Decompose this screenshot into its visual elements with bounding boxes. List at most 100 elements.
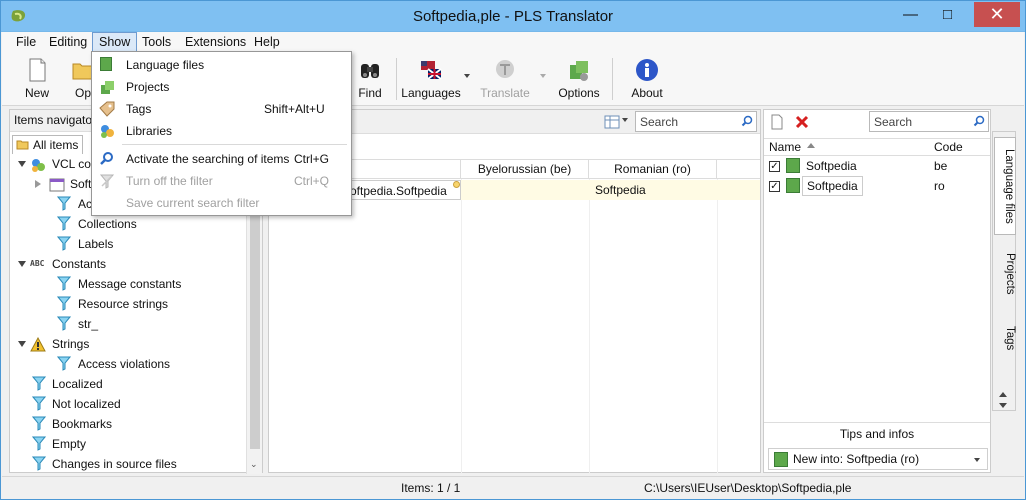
menu-activate-search[interactable]: Activate the searching of items Ctrl+G xyxy=(92,148,351,170)
expand-icon[interactable] xyxy=(18,341,26,347)
language-file-icon xyxy=(100,57,112,71)
grid-search-input[interactable]: Search xyxy=(635,111,757,132)
tab-language-files[interactable]: Language files xyxy=(994,137,1016,235)
delete-icon[interactable] xyxy=(794,114,810,130)
toolbar-separator xyxy=(612,58,613,100)
search-icon[interactable] xyxy=(973,115,985,127)
scroll-down-icon[interactable]: ⌄ xyxy=(250,459,258,470)
view-options-icon[interactable] xyxy=(604,114,620,130)
collapse-icon[interactable] xyxy=(35,180,41,188)
translate-dropdown-icon[interactable] xyxy=(540,74,546,78)
sort-ascending-icon xyxy=(807,143,815,148)
new-label: New xyxy=(24,86,49,100)
translate-button[interactable]: Translate xyxy=(478,56,532,104)
tab-projects[interactable]: Projects xyxy=(994,240,1016,308)
column-header-byelorussian[interactable]: Byelorussian (be) xyxy=(461,160,589,179)
language-file-icon xyxy=(786,158,800,173)
column-header-name[interactable]: Name xyxy=(769,140,801,154)
tree-item[interactable]: Access violations xyxy=(50,354,250,374)
maximize-button[interactable]: □ xyxy=(932,2,963,27)
info-icon xyxy=(636,59,658,81)
close-button[interactable]: ✕ xyxy=(974,2,1020,27)
languages-dropdown-icon[interactable] xyxy=(464,74,470,78)
options-label: Options xyxy=(558,86,600,100)
tree-item[interactable]: ABC Constants xyxy=(10,254,250,274)
menu-tools[interactable]: Tools xyxy=(136,34,177,52)
tab-all-items[interactable]: All items xyxy=(12,135,84,154)
expand-icon[interactable] xyxy=(18,261,26,267)
tree-item[interactable]: Labels xyxy=(50,234,250,254)
tree-item[interactable]: Collections xyxy=(50,214,250,234)
new-language-file-icon[interactable] xyxy=(770,114,784,130)
menu-tags[interactable]: Tags Shift+Alt+U xyxy=(92,98,351,120)
scroll-up-icon[interactable] xyxy=(999,392,1007,397)
grid-column-line xyxy=(717,179,718,474)
filter-icon xyxy=(32,396,46,411)
menu-language-files[interactable]: Language files xyxy=(92,54,351,76)
scroll-down-icon[interactable] xyxy=(999,403,1007,408)
view-options-caret-icon[interactable] xyxy=(622,118,628,122)
status-path: C:\Users\IEUser\Desktop\Softpedia,ple xyxy=(644,481,852,495)
tab-tags[interactable]: Tags xyxy=(994,314,1016,362)
new-button[interactable]: New xyxy=(14,56,60,104)
tree-item[interactable]: Strings xyxy=(10,334,250,354)
languages-button[interactable]: Languages xyxy=(400,56,462,104)
menu-projects[interactable]: Projects xyxy=(92,76,351,98)
tips-and-infos-button[interactable]: Tips and infos xyxy=(764,422,990,444)
menu-extensions[interactable]: Extensions xyxy=(179,34,252,52)
select-caret-icon[interactable] xyxy=(974,458,980,462)
window-title: Softpedia,ple - PLS Translator xyxy=(412,8,614,25)
binoculars-icon xyxy=(361,64,379,78)
open-label: Op xyxy=(74,86,91,100)
grid-column-line xyxy=(461,179,462,474)
filter-icon xyxy=(32,416,46,431)
filter-icon xyxy=(57,196,71,211)
filter-icon xyxy=(57,276,71,291)
title-bar[interactable]: Softpedia,ple - PLS Translator — □ ✕ xyxy=(1,1,1025,32)
menu-libraries[interactable]: Libraries xyxy=(92,120,351,142)
find-button[interactable]: Find xyxy=(352,56,388,104)
menu-turn-off-filter[interactable]: Turn off the filter Ctrl+Q xyxy=(92,170,351,192)
language-search-input[interactable]: Search xyxy=(869,111,989,132)
menu-editing[interactable]: Editing xyxy=(43,34,93,52)
menu-help[interactable]: Help xyxy=(248,34,286,52)
menu-file[interactable]: File xyxy=(10,34,42,52)
status-bar: Items: 1 / 1 C:\Users\IEUser\Desktop\Sof… xyxy=(2,476,1024,498)
grid-cell-source[interactable]: oftpedia.Softpedia xyxy=(349,180,461,200)
toolbar-separator xyxy=(396,58,397,100)
language-checkbox[interactable]: ✓ xyxy=(769,181,780,192)
menu-show[interactable]: Show xyxy=(92,32,138,52)
language-row[interactable]: ✓ Softpedia ro xyxy=(764,176,990,196)
expand-icon[interactable] xyxy=(18,161,26,167)
scroll-thumb[interactable] xyxy=(250,204,260,449)
flags-icon xyxy=(421,61,442,80)
column-header-romanian[interactable]: Romanian (ro) xyxy=(589,160,717,179)
constants-icon: ABC xyxy=(30,259,45,268)
tree-item[interactable]: Empty xyxy=(28,434,248,454)
menu-save-search-filter[interactable]: Save current search filter xyxy=(92,192,351,214)
language-file-icon xyxy=(786,178,800,193)
tree-item[interactable]: Changes in source files xyxy=(28,454,248,474)
filter-icon xyxy=(57,316,71,331)
tree-item[interactable]: Localized xyxy=(28,374,248,394)
tree-item[interactable]: Bookmarks xyxy=(28,414,248,434)
minimize-button[interactable]: — xyxy=(895,2,926,27)
language-checkbox[interactable]: ✓ xyxy=(769,161,780,172)
tree-item[interactable]: Resource strings xyxy=(50,294,250,314)
column-header-code[interactable]: Code xyxy=(934,140,963,154)
tree-item[interactable]: Message constants xyxy=(50,274,250,294)
search-icon[interactable] xyxy=(741,115,753,127)
filter-icon xyxy=(57,216,71,231)
grid-cell-byelorussian[interactable] xyxy=(461,180,589,200)
about-button[interactable]: About xyxy=(624,56,670,104)
grid-cell-romanian[interactable]: Softpedia xyxy=(595,180,717,200)
new-into-select[interactable]: New into: Softpedia (ro) xyxy=(768,448,988,470)
options-button[interactable]: Options xyxy=(554,56,604,104)
tree-item[interactable]: str_ xyxy=(50,314,250,334)
warning-icon xyxy=(30,337,46,352)
tree-item[interactable]: Not localized xyxy=(28,394,248,414)
filter-icon xyxy=(57,236,71,251)
grid-column-line xyxy=(589,179,590,474)
filter-icon xyxy=(57,356,71,371)
language-row[interactable]: ✓ Softpedia be xyxy=(764,156,990,176)
